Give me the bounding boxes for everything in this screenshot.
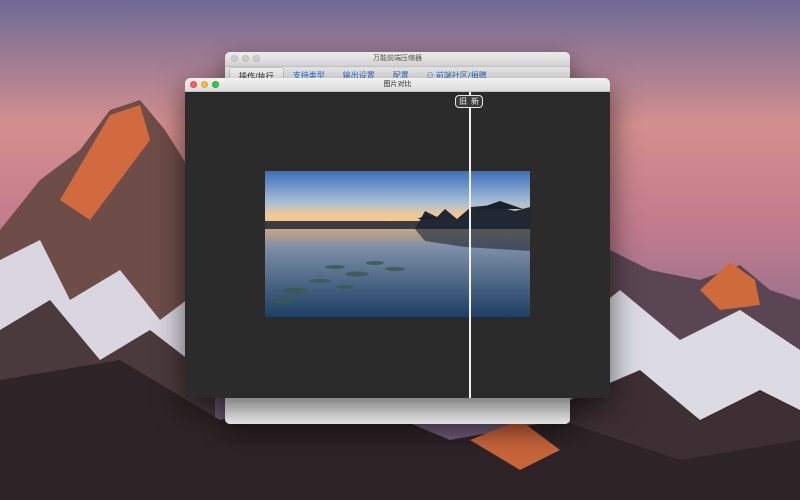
image-compare-window[interactable]: 图片对比 旧 新 bbox=[185, 78, 610, 398]
old-label: 旧 bbox=[459, 97, 467, 106]
compare-canvas[interactable]: 旧 新 bbox=[185, 92, 610, 398]
compare-slider-line[interactable] bbox=[469, 92, 471, 398]
window-title: 万能前端压缩器 bbox=[373, 54, 422, 62]
compared-photo bbox=[265, 171, 530, 317]
window-footer bbox=[225, 398, 570, 424]
compare-slider-handle[interactable]: 旧 新 bbox=[455, 95, 483, 108]
new-label: 新 bbox=[471, 97, 479, 106]
title-bar[interactable]: 图片对比 bbox=[185, 78, 610, 92]
title-bar[interactable]: 万能前端压缩器 bbox=[225, 52, 570, 67]
window-title: 图片对比 bbox=[383, 80, 412, 88]
